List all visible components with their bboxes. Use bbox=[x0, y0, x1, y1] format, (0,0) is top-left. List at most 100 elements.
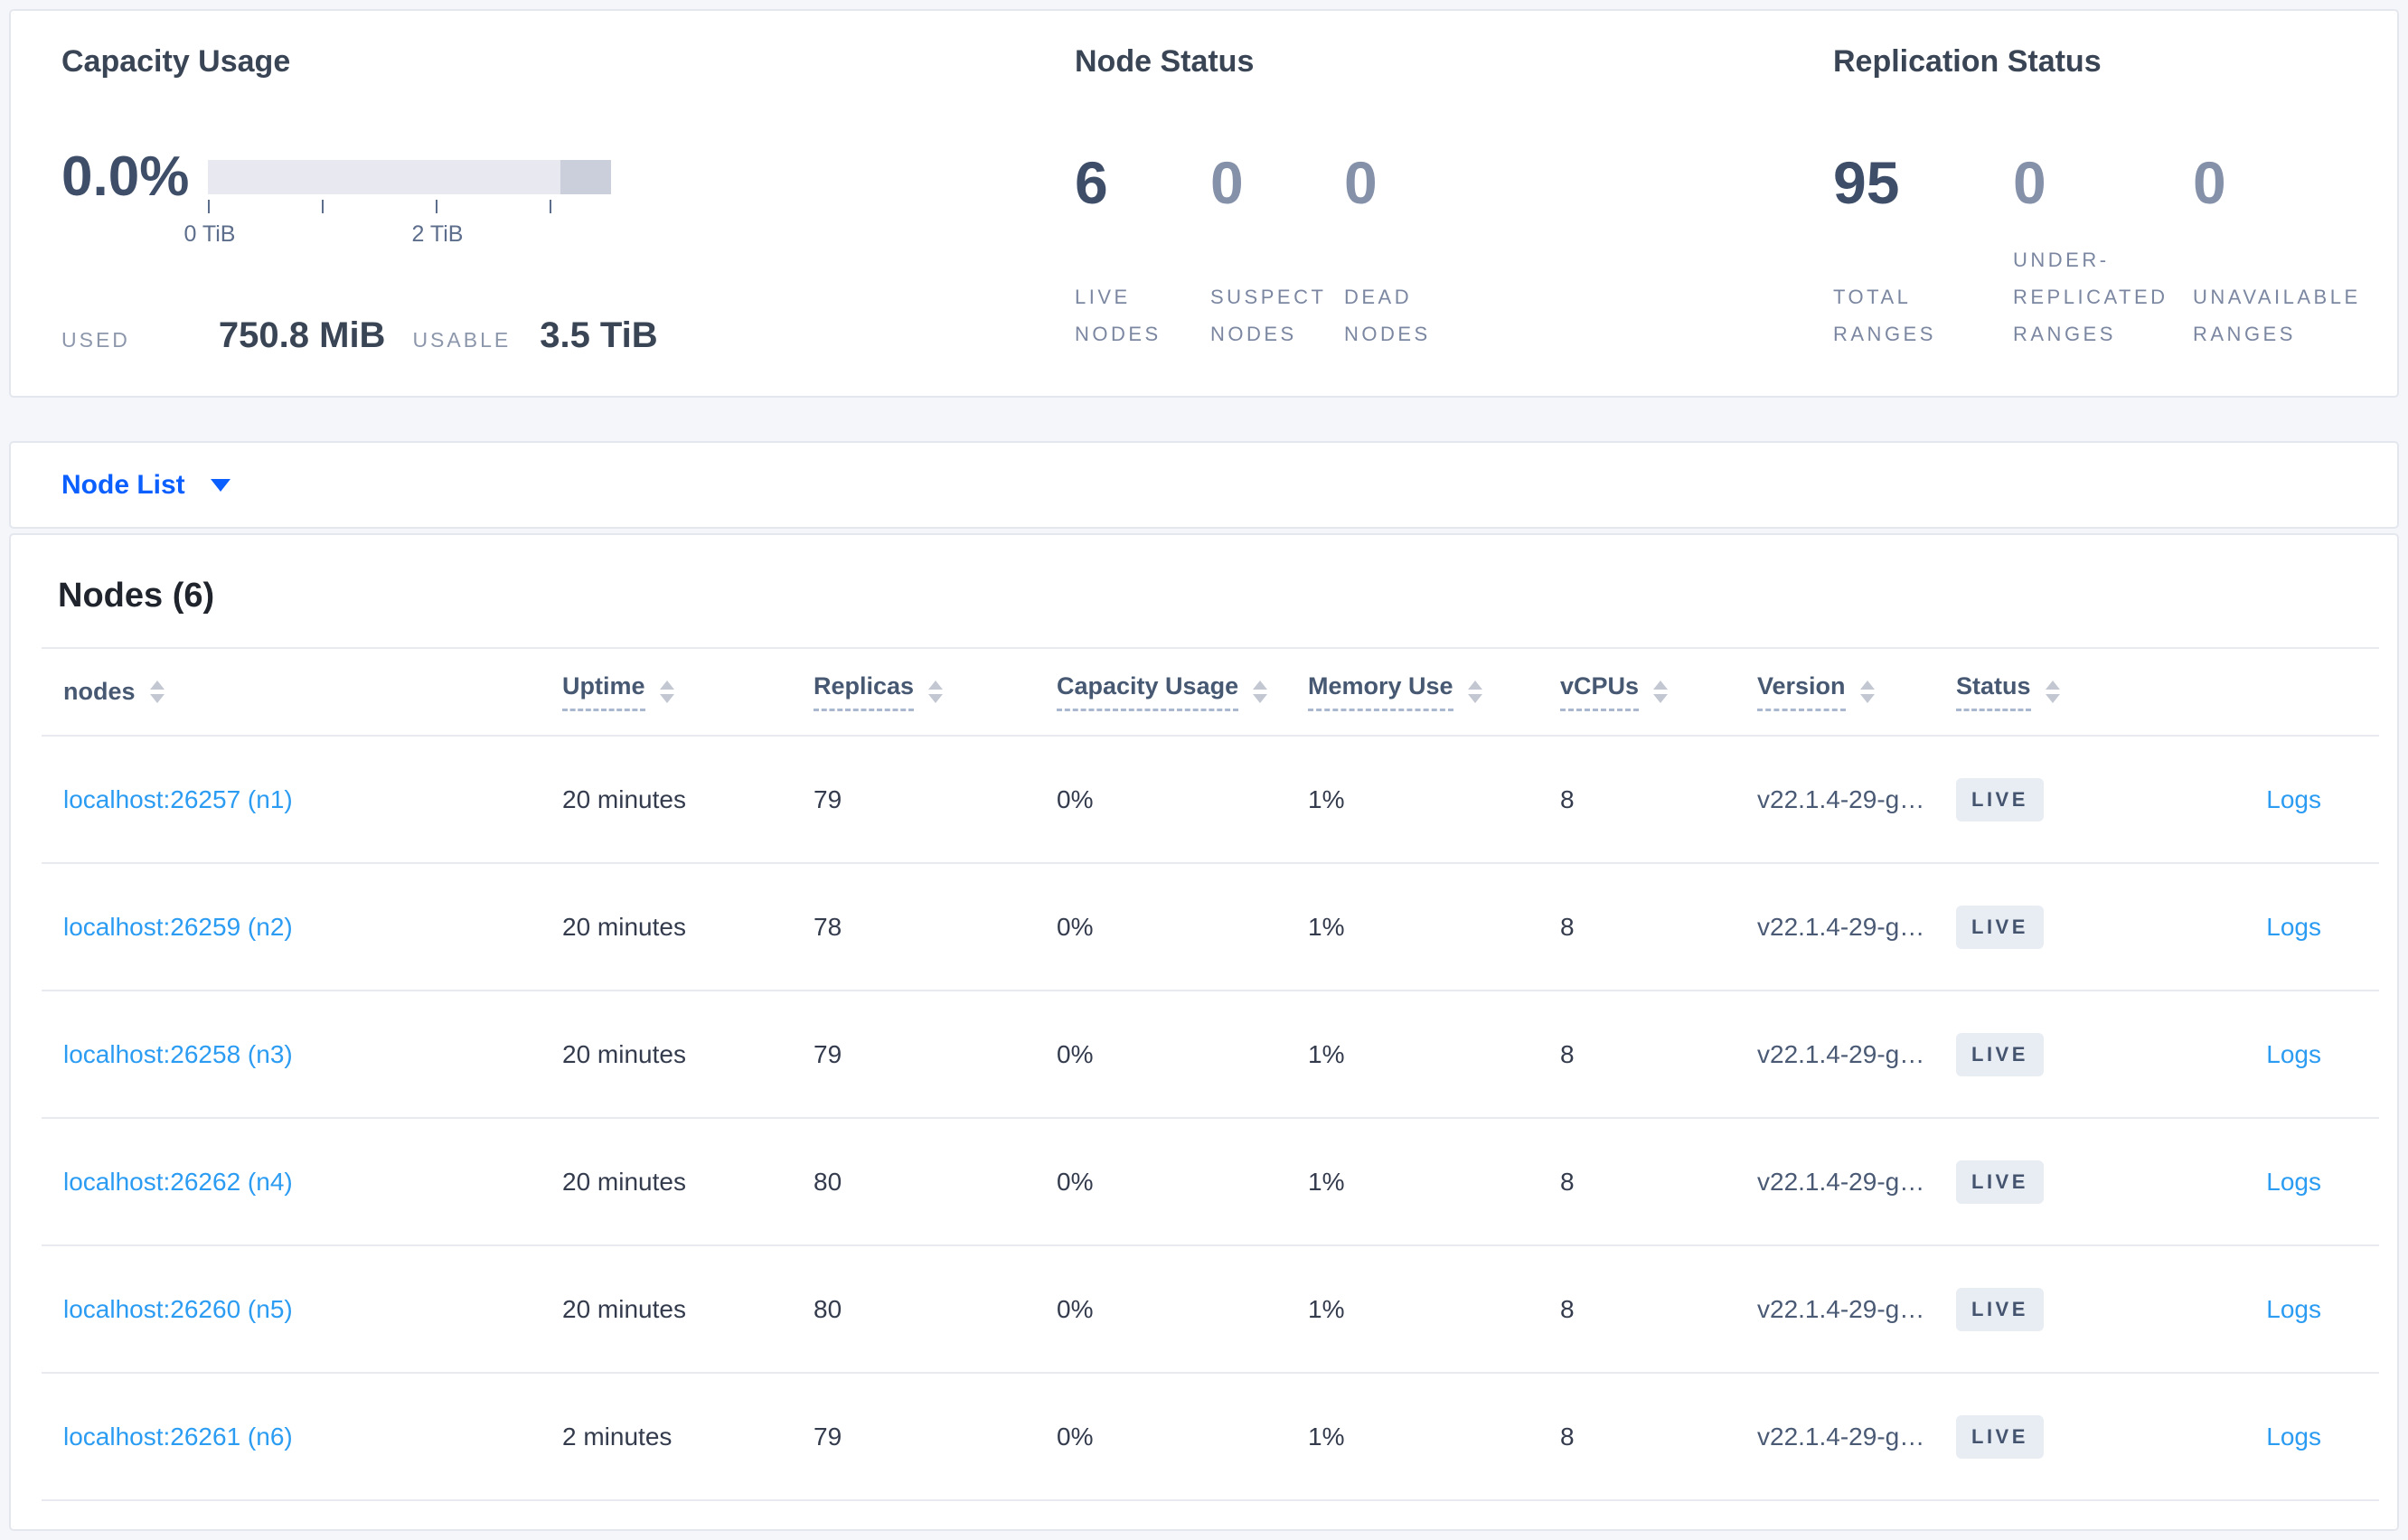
vcpus-cell: 8 bbox=[1560, 784, 1575, 813]
node-link[interactable]: localhost:26262 (n4) bbox=[63, 1168, 293, 1196]
memory-use-cell: 1% bbox=[1308, 1039, 1345, 1068]
node-status-title: Node Status bbox=[1075, 44, 1255, 79]
logs-link[interactable]: Logs bbox=[2266, 1423, 2321, 1451]
suspect-nodes-count: 0 bbox=[1210, 149, 1244, 216]
table-row: localhost:26257 (n1) 20 minutes 79 0% 1%… bbox=[42, 737, 2379, 864]
status-badge: LIVE bbox=[1956, 1032, 2044, 1076]
dead-nodes-metric: 0 DEAD NODES bbox=[1344, 151, 1463, 352]
version-cell: v22.1.4-29-g… bbox=[1757, 1294, 1925, 1323]
status-badge: LIVE bbox=[1956, 777, 2044, 822]
sort-icon bbox=[1467, 681, 1482, 703]
version-cell: v22.1.4-29-g… bbox=[1757, 1039, 1925, 1068]
live-nodes-count: 6 bbox=[1075, 149, 1108, 216]
memory-use-cell: 1% bbox=[1308, 1294, 1345, 1323]
sort-icon bbox=[2045, 681, 2060, 703]
table-row: localhost:26260 (n5) 20 minutes 80 0% 1%… bbox=[42, 1246, 2379, 1374]
version-cell: v22.1.4-29-g… bbox=[1757, 912, 1925, 941]
node-link[interactable]: localhost:26260 (n5) bbox=[63, 1295, 293, 1323]
node-link[interactable]: localhost:26259 (n2) bbox=[63, 913, 293, 941]
table-row: localhost:26258 (n3) 20 minutes 79 0% 1%… bbox=[42, 991, 2379, 1119]
dead-nodes-count: 0 bbox=[1344, 149, 1378, 216]
replicas-cell: 79 bbox=[814, 1422, 842, 1451]
node-link[interactable]: localhost:26257 (n1) bbox=[63, 785, 293, 813]
logs-link[interactable]: Logs bbox=[2266, 1295, 2321, 1323]
capacity-usage-section: Capacity Usage 0.0% 0 TiB 2 TiB USED 750… bbox=[61, 43, 658, 356]
unavailable-ranges-metric: 0 UNAVAILABLE RANGES bbox=[2193, 151, 2403, 352]
uptime-cell: 20 minutes bbox=[562, 1039, 686, 1068]
capacity-usage-cell: 0% bbox=[1057, 1039, 1094, 1068]
nodes-table-title: Nodes (6) bbox=[58, 577, 215, 615]
uptime-cell: 20 minutes bbox=[562, 1167, 686, 1196]
suspect-nodes-label: SUSPECT NODES bbox=[1210, 286, 1327, 345]
column-header-memory-use[interactable]: Memory Use bbox=[1308, 672, 1560, 711]
column-header-capacity-usage[interactable]: Capacity Usage bbox=[1057, 672, 1308, 711]
nodes-table-card: Nodes (6) nodes Uptime Replicas Capacity… bbox=[9, 533, 2399, 1531]
axis-tick bbox=[208, 200, 210, 213]
capacity-bar-chart: 0 TiB 2 TiB bbox=[184, 160, 611, 263]
capacity-bar-reserved-segment bbox=[560, 160, 611, 194]
unavailable-count: 0 bbox=[2193, 149, 2226, 216]
capacity-usage-title: Capacity Usage bbox=[61, 44, 291, 79]
sort-icon bbox=[928, 681, 944, 703]
cluster-summary-panel: Capacity Usage 0.0% 0 TiB 2 TiB USED 750… bbox=[9, 9, 2399, 398]
under-replicated-count: 0 bbox=[2013, 149, 2046, 216]
node-link[interactable]: localhost:26261 (n6) bbox=[63, 1423, 293, 1451]
used-label: USED bbox=[61, 328, 130, 352]
node-status-metrics: 6 LIVE NODES 0 SUSPECT NODES 0 DEAD NODE… bbox=[1075, 151, 1463, 352]
node-link[interactable]: localhost:26258 (n3) bbox=[63, 1040, 293, 1068]
sort-icon bbox=[1253, 681, 1268, 703]
capacity-used-percent: 0.0% bbox=[61, 146, 190, 208]
sort-icon bbox=[1653, 681, 1669, 703]
axis-tick bbox=[550, 200, 551, 213]
sort-icon bbox=[659, 681, 674, 703]
logs-link[interactable]: Logs bbox=[2266, 913, 2321, 941]
vcpus-cell: 8 bbox=[1560, 1167, 1575, 1196]
vcpus-cell: 8 bbox=[1560, 1422, 1575, 1451]
replicas-cell: 78 bbox=[814, 912, 842, 941]
column-header-vcpus[interactable]: vCPUs bbox=[1560, 672, 1757, 711]
replicas-cell: 79 bbox=[814, 784, 842, 813]
column-header-uptime[interactable]: Uptime bbox=[562, 672, 814, 711]
logs-link[interactable]: Logs bbox=[2266, 1040, 2321, 1068]
memory-use-cell: 1% bbox=[1308, 784, 1345, 813]
status-badge: LIVE bbox=[1956, 1287, 2044, 1331]
vcpus-cell: 8 bbox=[1560, 1039, 1575, 1068]
memory-use-cell: 1% bbox=[1308, 912, 1345, 941]
column-header-replicas[interactable]: Replicas bbox=[814, 672, 1057, 711]
axis-tick bbox=[322, 200, 324, 213]
memory-use-cell: 1% bbox=[1308, 1167, 1345, 1196]
logs-link[interactable]: Logs bbox=[2266, 785, 2321, 813]
unavailable-label: UNAVAILABLE RANGES bbox=[2193, 286, 2361, 345]
logs-link[interactable]: Logs bbox=[2266, 1168, 2321, 1196]
node-list-dropdown[interactable]: Node List bbox=[61, 470, 230, 501]
sort-icon bbox=[1859, 681, 1875, 703]
total-ranges-count: 95 bbox=[1833, 149, 1900, 216]
column-header-status[interactable]: Status bbox=[1956, 672, 2198, 711]
table-row: localhost:26262 (n4) 20 minutes 80 0% 1%… bbox=[42, 1119, 2379, 1246]
capacity-bar-track bbox=[208, 160, 611, 194]
column-header-version[interactable]: Version bbox=[1757, 672, 1956, 711]
status-badge: LIVE bbox=[1956, 905, 2044, 949]
under-replicated-ranges-metric: 0 UNDER-REPLICATED RANGES bbox=[2013, 151, 2193, 352]
replication-metrics: 95 TOTAL RANGES 0 UNDER-REPLICATED RANGE… bbox=[1833, 151, 2403, 352]
memory-use-cell: 1% bbox=[1308, 1422, 1345, 1451]
cluster-overview-page: Capacity Usage 0.0% 0 TiB 2 TiB USED 750… bbox=[0, 0, 2408, 1540]
table-row: localhost:26259 (n2) 20 minutes 78 0% 1%… bbox=[42, 864, 2379, 991]
replicas-cell: 79 bbox=[814, 1039, 842, 1068]
chevron-down-icon bbox=[210, 478, 230, 492]
node-status-section: Node Status 6 LIVE NODES 0 SUSPECT NODES… bbox=[1075, 43, 1463, 352]
capacity-stats-row: USED 750.8 MiB USABLE 3.5 TiB bbox=[61, 315, 658, 356]
version-cell: v22.1.4-29-g… bbox=[1757, 784, 1925, 813]
column-header-nodes[interactable]: nodes bbox=[42, 678, 562, 706]
replicas-cell: 80 bbox=[814, 1167, 842, 1196]
table-row: localhost:26261 (n6) 2 minutes 79 0% 1% … bbox=[42, 1374, 2379, 1501]
uptime-cell: 20 minutes bbox=[562, 912, 686, 941]
capacity-usage-cell: 0% bbox=[1057, 1294, 1094, 1323]
table-header-row: nodes Uptime Replicas Capacity Usage Mem… bbox=[42, 647, 2379, 737]
view-selector-bar: Node List bbox=[9, 441, 2399, 529]
version-cell: v22.1.4-29-g… bbox=[1757, 1422, 1925, 1451]
used-value: 750.8 MiB bbox=[218, 315, 386, 355]
axis-tick-label: 0 TiB bbox=[183, 221, 236, 247]
capacity-axis: 0 TiB 2 TiB bbox=[184, 200, 611, 263]
capacity-usage-cell: 0% bbox=[1057, 1167, 1094, 1196]
